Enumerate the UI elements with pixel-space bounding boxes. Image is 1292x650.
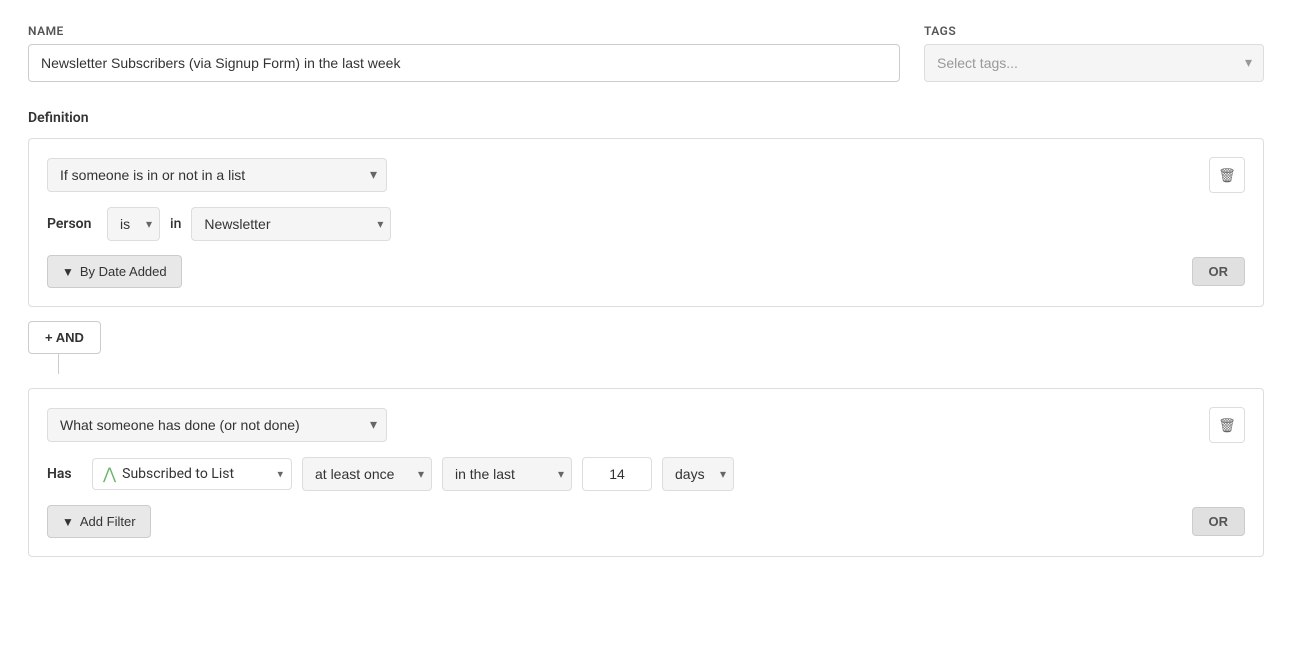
- definition-section: Definition If someone is in or not in a …: [28, 110, 1264, 557]
- trash-icon-2: 🗑: [1218, 417, 1236, 434]
- definition-label: Definition: [28, 110, 1264, 126]
- and-label: + AND: [45, 330, 84, 345]
- tags-select-wrapper: Select tags...: [924, 44, 1264, 82]
- subscribed-select-container: ⋀ Subscribed to List ▾: [92, 458, 292, 490]
- newsletter-select-wrapper: Newsletter: [191, 207, 391, 241]
- condition-block-1: If someone is in or not in a list 🗑 Pers…: [28, 138, 1264, 307]
- filter-row-2: ▼ Add Filter OR: [47, 505, 1245, 538]
- days-value-input[interactable]: [582, 457, 652, 491]
- filter-icon-2: ▼: [62, 515, 74, 529]
- condition-block-2: What someone has done (or not done) 🗑 Ha…: [28, 388, 1264, 557]
- name-label: Name: [28, 24, 900, 38]
- tags-section: Tags Select tags...: [924, 24, 1264, 82]
- time-qualifier-select[interactable]: in the last: [442, 457, 572, 491]
- tags-label: Tags: [924, 24, 1264, 38]
- condition-type-wrapper-2: What someone has done (or not done): [47, 408, 387, 442]
- condition-row-top-1: If someone is in or not in a list 🗑: [47, 157, 1245, 193]
- condition-type-select-1[interactable]: If someone is in or not in a list: [47, 158, 387, 192]
- name-section: Name: [28, 24, 900, 82]
- add-filter-label: Add Filter: [80, 514, 136, 529]
- add-filter-button[interactable]: ▼ Add Filter: [47, 505, 151, 538]
- filter-icon-1: ▼: [62, 265, 74, 279]
- subscribed-icon: ⋀: [103, 466, 116, 482]
- trash-icon-1: 🗑: [1218, 167, 1236, 184]
- frequency-select[interactable]: at least once: [302, 457, 432, 491]
- newsletter-select[interactable]: Newsletter: [191, 207, 391, 241]
- condition-type-select-2[interactable]: What someone has done (or not done): [47, 408, 387, 442]
- and-button[interactable]: + AND: [28, 321, 101, 354]
- vertical-connector-line: [58, 354, 59, 374]
- delete-condition-2-button[interactable]: 🗑: [1209, 407, 1245, 443]
- and-section: + AND: [28, 321, 1264, 374]
- days-unit-select[interactable]: days: [662, 457, 734, 491]
- person-condition-select[interactable]: is: [107, 207, 160, 241]
- subscribed-select-display[interactable]: ⋀ Subscribed to List ▾: [92, 458, 292, 490]
- delete-condition-1-button[interactable]: 🗑: [1209, 157, 1245, 193]
- subscribed-label: Subscribed to List: [122, 466, 234, 482]
- or-button-1[interactable]: OR: [1192, 257, 1246, 286]
- subscribed-chevron: ▾: [277, 468, 283, 481]
- filter-row-1: ▼ By Date Added OR: [47, 255, 1245, 288]
- name-input[interactable]: [28, 44, 900, 82]
- person-label: Person: [47, 216, 97, 232]
- tags-select[interactable]: Select tags...: [924, 44, 1264, 82]
- by-date-button[interactable]: ▼ By Date Added: [47, 255, 182, 288]
- person-row: Person is in Newsletter: [47, 207, 1245, 241]
- days-unit-select-wrapper: days: [662, 457, 734, 491]
- has-row: Has ⋀ Subscribed to List ▾ at least once…: [47, 457, 1245, 491]
- has-label: Has: [47, 466, 82, 482]
- condition-type-wrapper-1: If someone is in or not in a list: [47, 158, 387, 192]
- frequency-select-wrapper: at least once: [302, 457, 432, 491]
- person-condition-wrapper: is: [107, 207, 160, 241]
- time-qualifier-select-wrapper: in the last: [442, 457, 572, 491]
- or-button-2[interactable]: OR: [1192, 507, 1246, 536]
- condition-row-top-2: What someone has done (or not done) 🗑: [47, 407, 1245, 443]
- by-date-label: By Date Added: [80, 264, 167, 279]
- in-label: in: [170, 216, 181, 232]
